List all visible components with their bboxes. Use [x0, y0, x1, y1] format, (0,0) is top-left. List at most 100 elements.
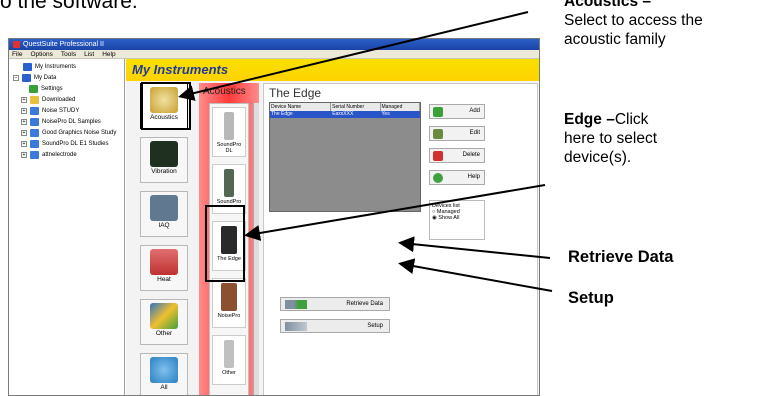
tree-item-study[interactable]: + Good Graphics Noise Study: [21, 128, 116, 138]
device-noisepro[interactable]: NoisePro: [212, 278, 246, 328]
menu-file[interactable]: File: [12, 50, 22, 58]
retrieve-data-label: Retrieve Data: [346, 301, 383, 307]
study-icon: [30, 151, 39, 159]
header-strip: My Instruments: [126, 59, 539, 81]
delete-button[interactable]: Delete: [429, 148, 485, 163]
heat-icon: [150, 249, 178, 275]
callout-setup: Setup: [568, 289, 614, 307]
category-heat-button[interactable]: Heat: [140, 245, 188, 291]
column-header: Device Name: [270, 103, 332, 111]
category-label: Vibration: [151, 168, 177, 175]
callout-edge-line2: device(s).: [564, 149, 632, 166]
tree-item-settings[interactable]: Settings: [29, 84, 63, 94]
title-bar: QuestSuite Professional II: [9, 39, 539, 50]
category-label: All: [160, 384, 168, 391]
category-label: IAQ: [158, 222, 170, 229]
callout-acoustics-title: Acoustics –: [564, 0, 652, 10]
devices-list-group: Devices list ○ Managed ◉ Show All: [429, 200, 485, 240]
iaq-icon: [150, 195, 178, 221]
retrieve-data-button[interactable]: Retrieve Data: [280, 297, 390, 311]
acoustics-highlight-box: [141, 82, 191, 130]
edit-button[interactable]: Edit: [429, 126, 485, 141]
app-icon: [13, 41, 20, 48]
tree-item-label: Settings: [41, 86, 63, 92]
delete-button-label: Delete: [462, 152, 480, 158]
intro-text: o the software.: [0, 0, 138, 13]
add-icon: [433, 107, 443, 117]
callout-acoustics-line2: acoustic family: [564, 31, 666, 48]
radio-label: Show All: [438, 215, 460, 221]
device-label: SoundPro DL: [216, 142, 242, 154]
device-panel-title: Acoustics: [203, 86, 246, 97]
navigation-tree: My Instruments − My Data Settings + Down…: [9, 59, 125, 395]
table-header: Device Name Serial Number Managed: [270, 103, 420, 111]
help-button[interactable]: Help: [429, 170, 485, 185]
setup-icon: [285, 322, 307, 331]
tree-item-downloaded[interactable]: + Downloaded: [21, 95, 75, 105]
callout-retrieve: Retrieve Data: [568, 248, 674, 266]
expand-icon[interactable]: +: [21, 119, 27, 125]
edge-highlight-box: [205, 205, 245, 282]
callout-edge-title: Edge –: [564, 111, 615, 128]
menu-list[interactable]: List: [84, 50, 94, 58]
device-icon: [224, 169, 234, 197]
device-detail-panel: The Edge Device Name Serial Number Manag…: [263, 83, 538, 395]
category-label: Heat: [157, 276, 171, 283]
retrieve-data-icon: [285, 300, 307, 309]
setup-button[interactable]: Setup: [280, 319, 390, 333]
setup-label: Setup: [367, 323, 383, 329]
device-other[interactable]: Other: [212, 335, 246, 385]
tree-item-study[interactable]: + SoundPro DL E1 Studies: [21, 139, 109, 149]
app-window: QuestSuite Professional II File Options …: [8, 38, 540, 396]
device-soundpro-dl[interactable]: SoundPro DL: [212, 107, 246, 157]
instruments-icon: [23, 63, 32, 71]
help-button-label: Help: [467, 174, 480, 180]
expand-icon[interactable]: +: [21, 141, 27, 147]
tree-item-study[interactable]: + attnelectrode: [21, 150, 77, 160]
edit-button-label: Edit: [469, 130, 480, 136]
delete-icon: [433, 151, 443, 161]
add-button-label: Add: [469, 108, 480, 114]
help-icon: [433, 173, 443, 183]
data-icon: [22, 74, 31, 82]
category-iaq-button[interactable]: IAQ: [140, 191, 188, 237]
table-row[interactable]: The Edge EaxxXXX Yes: [270, 111, 420, 118]
study-icon: [30, 129, 39, 137]
folder-icon: [30, 96, 39, 104]
device-icon: [221, 283, 237, 311]
table-cell: EaxxXXX: [332, 111, 354, 117]
tree-item-label: Downloaded: [42, 97, 76, 103]
page-title: My Instruments: [132, 62, 229, 77]
callout-edge-line1: here to select: [564, 130, 658, 147]
tree-item-label: SoundPro DL E1 Studies: [42, 141, 109, 147]
vibration-icon: [150, 141, 178, 167]
tree-item-label: My Data: [34, 75, 57, 81]
add-button[interactable]: Add: [429, 104, 485, 119]
expand-icon[interactable]: +: [21, 130, 27, 136]
tree-item-study[interactable]: + NoisePro DL Samples: [21, 117, 101, 127]
expand-icon[interactable]: +: [21, 152, 27, 158]
tree-item-label: Noise STUDY: [42, 108, 80, 114]
device-list-scrollbar[interactable]: [253, 103, 259, 395]
tree-item-label: NoisePro DL Samples: [42, 119, 101, 125]
callout-edge: Edge –Click here to select device(s).: [564, 110, 704, 167]
table-cell: The Edge: [271, 111, 293, 117]
edit-icon: [433, 129, 443, 139]
tree-item-study[interactable]: + Noise STUDY: [21, 106, 79, 116]
devices-option-show-all[interactable]: ◉ Show All: [432, 215, 482, 221]
menu-options[interactable]: Options: [30, 50, 52, 58]
device-label: Other: [222, 370, 236, 376]
category-all-button[interactable]: All: [140, 353, 188, 395]
column-header: Serial Number: [331, 103, 381, 111]
category-other-button[interactable]: Other: [140, 299, 188, 345]
device-table[interactable]: Device Name Serial Number Managed The Ed…: [269, 102, 421, 212]
tree-item-my-data[interactable]: − My Data: [13, 73, 56, 83]
category-vibration-button[interactable]: Vibration: [140, 137, 188, 183]
menu-tools[interactable]: Tools: [61, 50, 76, 58]
window-title: QuestSuite Professional II: [23, 41, 104, 48]
expand-icon[interactable]: +: [21, 108, 27, 114]
expand-icon[interactable]: +: [21, 97, 27, 103]
tree-item-my-instruments[interactable]: My Instruments: [23, 62, 76, 72]
menu-help[interactable]: Help: [102, 50, 115, 58]
collapse-icon[interactable]: −: [13, 75, 19, 81]
